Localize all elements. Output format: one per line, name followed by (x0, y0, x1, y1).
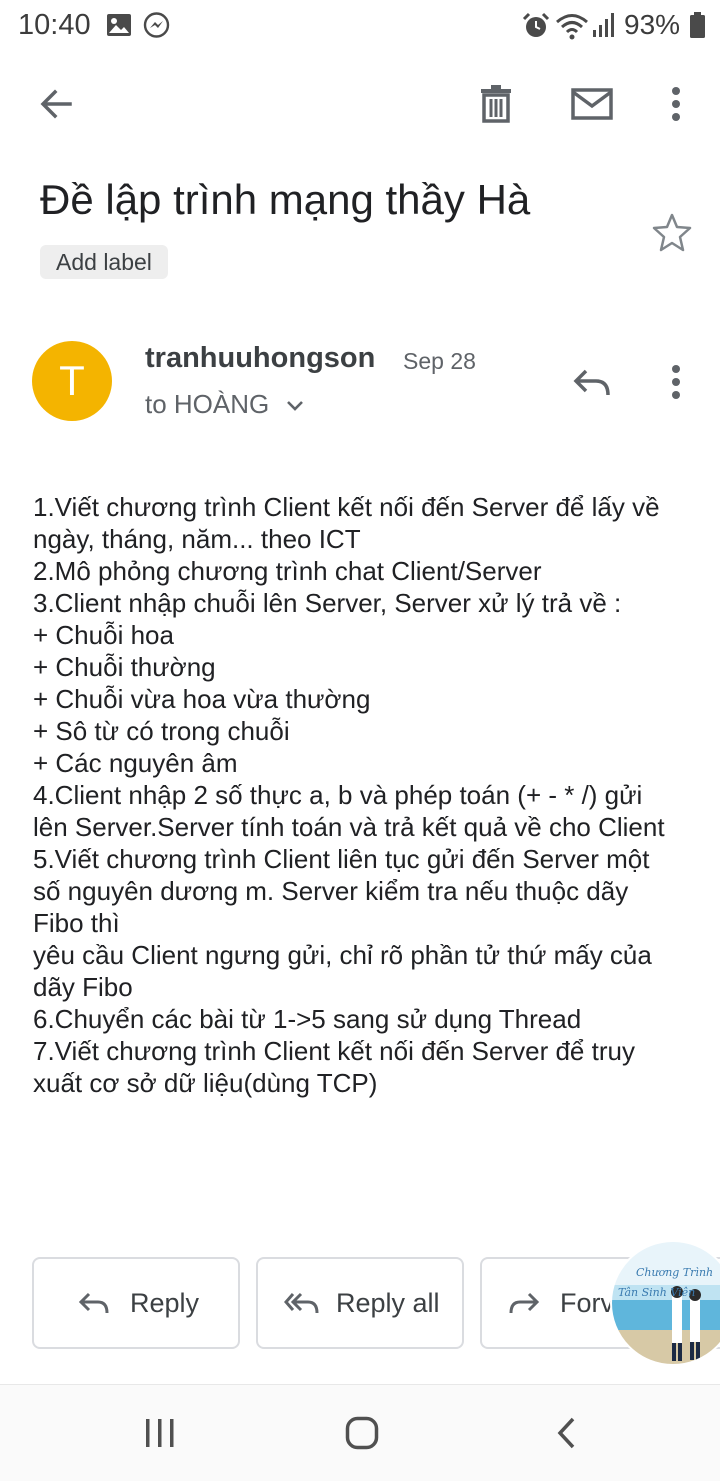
delete-icon (481, 85, 511, 123)
body-line: + Chuỗi hoa (33, 620, 174, 650)
wifi-icon (556, 14, 588, 40)
forward-icon (509, 1292, 540, 1314)
more-options-button[interactable] (656, 78, 696, 130)
battery-percent: 93% (624, 9, 681, 40)
chat-head-text-2: Tân Sinh Viên (618, 1286, 696, 1299)
body-line: 3.Client nhập chuỗi lên Server, Server x… (33, 588, 622, 618)
chat-head[interactable]: Chương Trình Tân Sinh Viên (610, 1240, 720, 1366)
mark-unread-button[interactable] (566, 78, 618, 130)
recipient-label: to HOÀNG (145, 389, 270, 419)
back-icon (557, 1417, 575, 1449)
body-line: + Sô từ có trong chuỗi (33, 716, 290, 746)
chat-head-text-1: Chương Trình (636, 1266, 714, 1279)
body-line: + Chuỗi vừa hoa vừa thường (33, 684, 371, 714)
alarm-icon (522, 12, 550, 37)
chevron-down-icon (287, 401, 304, 411)
body-line: + Chuỗi thường (33, 652, 216, 682)
email-date: Sep 28 (403, 348, 476, 374)
star-icon (652, 213, 692, 252)
reply-button[interactable]: Reply (32, 1257, 240, 1349)
reply-all-label: Reply all (336, 1287, 440, 1318)
signal-icon (593, 13, 614, 37)
body-line: lên Server.Server tính toán và trả kết q… (33, 812, 665, 842)
body-line: 5.Viết chương trình Client liên tục gửi … (33, 844, 650, 874)
system-back-button[interactable] (536, 1407, 596, 1459)
body-line: 1.Viết chương trình Client kết nối đến S… (33, 492, 660, 522)
star-button[interactable] (648, 208, 696, 256)
home-button[interactable] (332, 1407, 392, 1459)
sender-name[interactable]: tranhuuhongson (145, 342, 375, 375)
body-line: 7.Viết chương trình Client kết nối đến S… (33, 1036, 635, 1066)
sender-avatar[interactable]: T (32, 341, 112, 421)
battery-icon (690, 12, 705, 38)
reply-icon (573, 369, 610, 396)
recent-apps-icon (146, 1419, 174, 1447)
status-time: 10:40 (18, 9, 91, 41)
home-icon (345, 1416, 379, 1450)
add-label-chip[interactable]: Add label (40, 245, 168, 279)
reply-all-icon (284, 1292, 319, 1314)
more-vert-icon (672, 365, 680, 399)
delete-button[interactable] (470, 78, 522, 130)
more-vert-icon (672, 87, 680, 121)
body-line: dãy Fibo (33, 972, 133, 1002)
recent-apps-button[interactable] (130, 1407, 190, 1459)
body-line: 4.Client nhập 2 số thực a, b và phép toá… (33, 780, 643, 810)
reply-icon (78, 1292, 109, 1314)
reply-label: Reply (130, 1287, 200, 1318)
email-body: 1.Viết chương trình Client kết nối đến S… (33, 491, 693, 1099)
body-line: yêu cầu Client ngưng gửi, chỉ rõ phần tử… (33, 940, 652, 970)
back-arrow-icon (40, 89, 72, 119)
reply-icon-button[interactable] (566, 356, 618, 408)
status-bar: 10:40 93% (0, 0, 720, 52)
back-button[interactable] (30, 78, 82, 130)
mark-unread-icon (571, 88, 613, 120)
body-line: số nguyên dương m. Server kiểm tra nếu t… (33, 876, 629, 906)
forward-label: Forv (560, 1287, 614, 1318)
body-line: 6.Chuyển các bài từ 1->5 sang sử dụng Th… (33, 1004, 582, 1034)
body-line: ngày, tháng, năm... theo ICT (33, 524, 361, 554)
messenger-icon (143, 12, 170, 38)
chat-head-photo (610, 1240, 720, 1366)
reply-all-button[interactable]: Reply all (256, 1257, 464, 1349)
recipient-details[interactable]: to HOÀNG (145, 389, 304, 420)
system-nav-bar (0, 1384, 720, 1481)
body-line: xuất cơ sở dữ liệu(dùng TCP) (33, 1068, 378, 1098)
body-line: 2.Mô phỏng chương trình chat Client/Serv… (33, 556, 542, 586)
email-subject: Đề lập trình mạng thầy Hà (40, 176, 531, 223)
body-line: Fibo thì (33, 908, 120, 938)
message-more-button[interactable] (656, 356, 696, 408)
body-line: + Các nguyên âm (33, 748, 238, 778)
image-icon (107, 14, 131, 36)
